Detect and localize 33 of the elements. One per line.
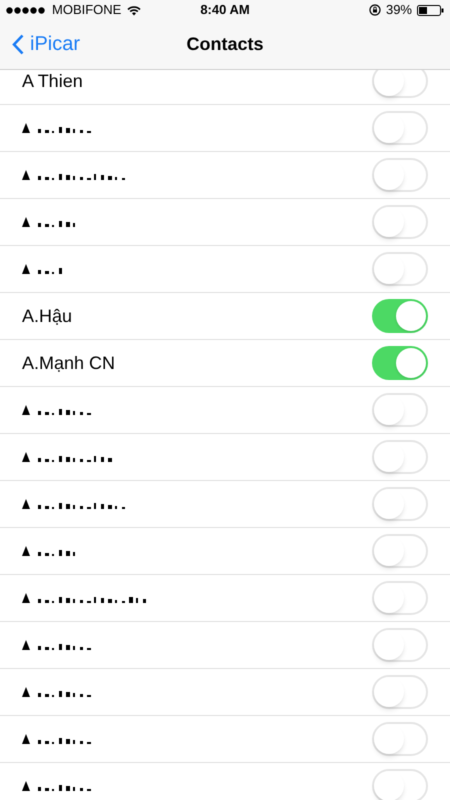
obscured-name-drawing	[22, 404, 91, 416]
toggle-switch[interactable]	[372, 534, 428, 568]
toggle-switch[interactable]	[372, 440, 428, 474]
signal-icon	[6, 6, 46, 14]
toggle-switch[interactable]	[372, 769, 428, 800]
toggle-switch[interactable]	[372, 581, 428, 615]
screen-title: Contacts	[186, 33, 264, 56]
contact-name: A.Hậu	[22, 304, 72, 328]
toggle-switch[interactable]	[372, 158, 428, 192]
toggle-switch[interactable]	[372, 70, 428, 98]
toggle-switch[interactable]	[372, 346, 428, 380]
obscured-name-drawing	[22, 780, 91, 792]
rotation-lock-icon	[368, 4, 381, 16]
contact-name: A.Mạnh CN	[22, 352, 116, 374]
battery-icon	[417, 4, 444, 16]
toggle-switch[interactable]	[372, 252, 428, 286]
toggle-switch[interactable]	[372, 111, 428, 145]
toggle-switch[interactable]	[372, 487, 428, 521]
carrier-name: MOBIFONE	[52, 1, 122, 20]
obscured-name-drawing	[22, 733, 91, 745]
toggle-switch[interactable]	[372, 722, 428, 756]
toggle-switch[interactable]	[372, 393, 428, 427]
back-button[interactable]: iPicar	[0, 28, 80, 60]
toggle-switch[interactable]	[372, 628, 428, 662]
toggle-switch[interactable]	[372, 205, 428, 239]
obscured-name-drawing	[22, 545, 76, 557]
contact-name: A Thien	[22, 70, 83, 92]
toggle-switch[interactable]	[372, 299, 428, 333]
toggle-switch[interactable]	[372, 675, 428, 709]
chevron-left-icon	[12, 34, 24, 54]
wifi-icon	[127, 4, 142, 16]
battery-percent: 39%	[386, 1, 412, 20]
clock-time: 8:40 AM	[200, 1, 250, 20]
